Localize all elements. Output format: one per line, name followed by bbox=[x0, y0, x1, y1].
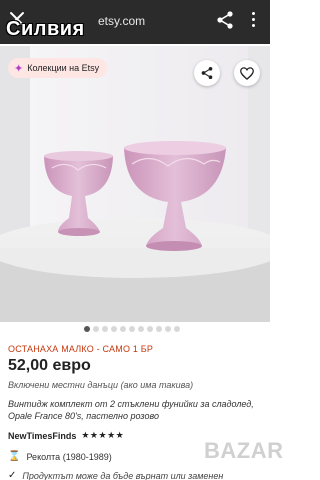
more-vert-icon[interactable] bbox=[250, 12, 256, 30]
bazar-watermark-logo: BAZAR bbox=[204, 438, 284, 463]
url-text[interactable]: etsy.com bbox=[98, 14, 145, 28]
carousel-dot[interactable] bbox=[174, 326, 180, 332]
favorite-button[interactable] bbox=[234, 60, 260, 86]
carousel-dot[interactable] bbox=[147, 326, 153, 332]
heart-icon bbox=[240, 66, 254, 80]
sparkle-icon: ✦ bbox=[14, 62, 24, 75]
hourglass-icon: ⌛ bbox=[8, 451, 21, 462]
badge-label: Колекции на Etsy bbox=[27, 63, 100, 73]
stock-notice: ОСТАНАХА МАЛКО - САМО 1 БР bbox=[8, 344, 154, 354]
return-note: Продуктът може да бъде върнат или замене… bbox=[22, 470, 224, 480]
carousel-dot[interactable] bbox=[93, 326, 99, 332]
carousel-dot[interactable] bbox=[138, 326, 144, 332]
vintage-attribute: ⌛ Реколта (1980-1989) bbox=[8, 451, 112, 462]
shop-row[interactable]: NewTimesFinds ★★★★★ bbox=[8, 430, 124, 441]
share-icon[interactable] bbox=[216, 10, 234, 30]
etsy-collections-badge[interactable]: ✦ Колекции на Etsy bbox=[8, 58, 108, 78]
carousel-dot[interactable] bbox=[129, 326, 135, 332]
carousel-dot[interactable] bbox=[84, 326, 90, 332]
carousel-dot[interactable] bbox=[156, 326, 162, 332]
shop-name[interactable]: NewTimesFinds bbox=[8, 431, 76, 441]
product-photo-scene bbox=[0, 46, 270, 322]
carousel-dot[interactable] bbox=[111, 326, 117, 332]
share-button[interactable] bbox=[194, 60, 220, 86]
user-watermark: Силвия bbox=[6, 18, 85, 40]
carousel-dot[interactable] bbox=[165, 326, 171, 332]
check-icon: ✓ bbox=[8, 470, 17, 480]
tax-note: Включени местни данъци (ако има такива) bbox=[8, 380, 194, 390]
return-policy: ✓ Продуктът може да бъде върнат или заме… bbox=[8, 470, 223, 480]
price: 52,00 евро bbox=[8, 357, 91, 374]
product-image[interactable]: ✦ Колекции на Etsy bbox=[0, 46, 270, 322]
rating-stars: ★★★★★ bbox=[81, 430, 125, 440]
share-icon bbox=[201, 66, 213, 80]
attribute-label: Реколта (1980-1989) bbox=[26, 451, 112, 462]
listing-title: Винтидж комплект от 2 стъклени фунийки з… bbox=[8, 399, 254, 421]
carousel-dot[interactable] bbox=[102, 326, 108, 332]
carousel-dots[interactable] bbox=[84, 326, 180, 332]
carousel-dot[interactable] bbox=[120, 326, 126, 332]
